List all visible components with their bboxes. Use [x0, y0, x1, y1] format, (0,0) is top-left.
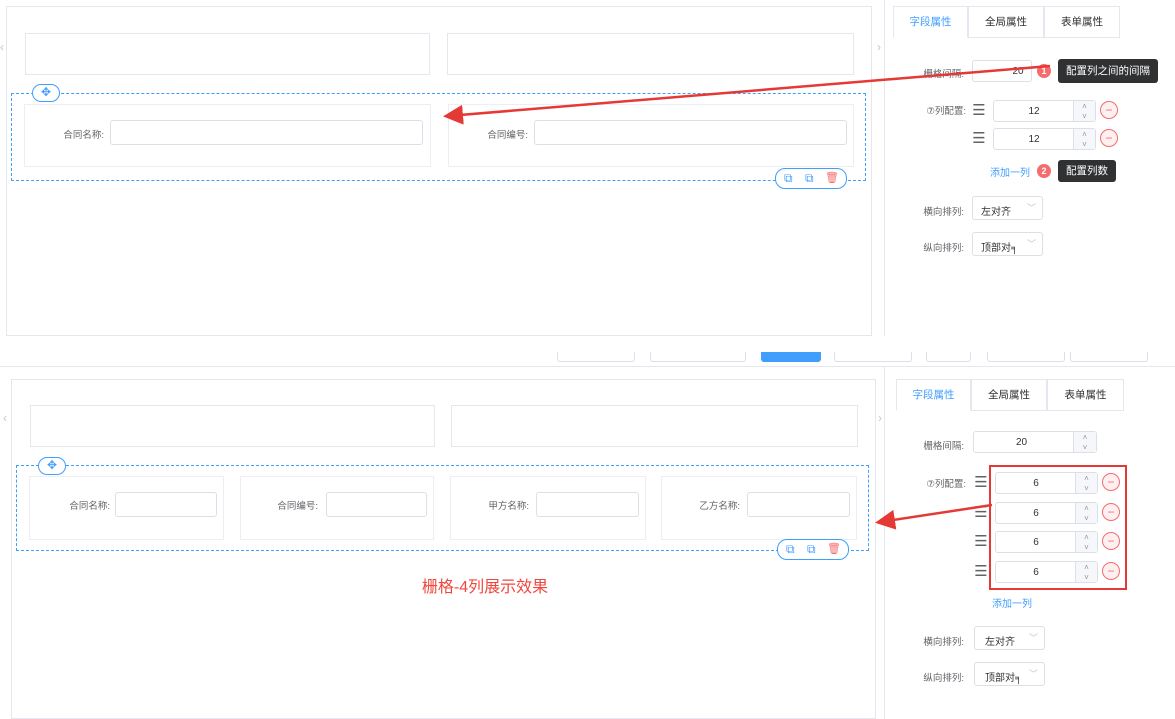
annotation-arrow-bottom	[875, 503, 993, 530]
annotation-arrow-top	[443, 64, 1051, 125]
annotation-arrows	[443, 64, 1051, 530]
